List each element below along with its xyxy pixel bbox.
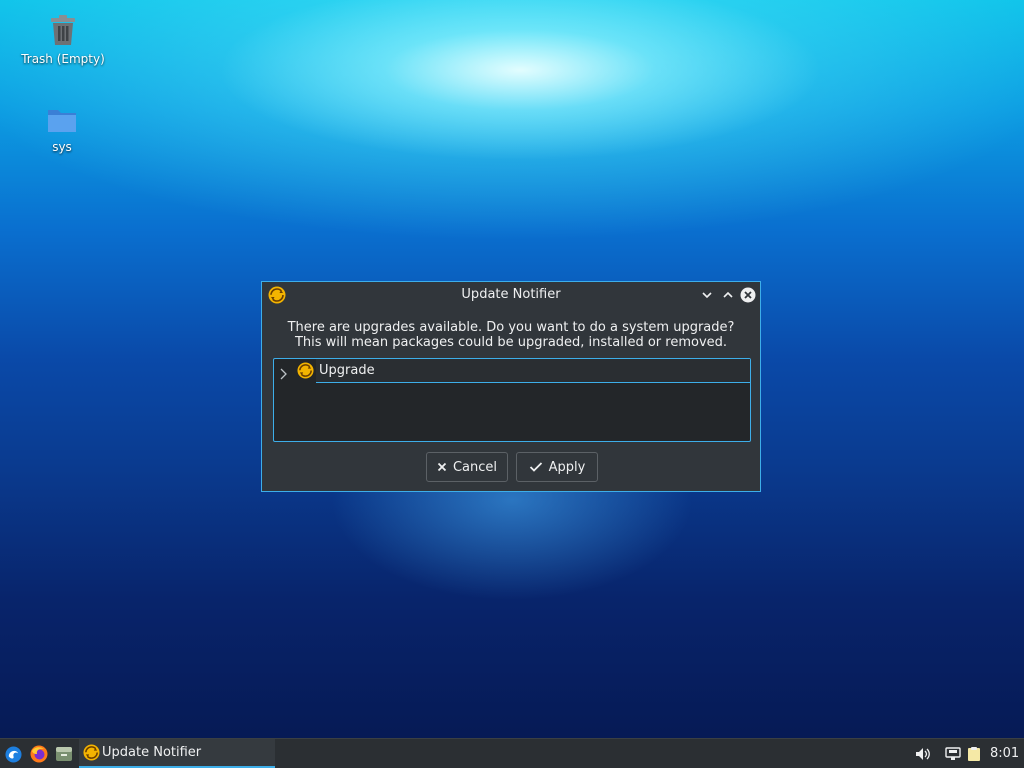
chevron-down-icon [702, 292, 712, 299]
task-label: Update Notifier [102, 745, 202, 760]
update-notifier-icon [297, 362, 314, 383]
message-line: There are upgrades available. Do you wan… [287, 320, 735, 335]
file-manager-icon[interactable] [54, 744, 74, 764]
desktop-icon-trash[interactable]: Trash (Empty) [8, 14, 118, 66]
tree-item-label: Upgrade [319, 363, 375, 378]
apply-button-label: Apply [548, 459, 586, 475]
desktop: Trash (Empty) sys Update Notifier There … [0, 0, 1024, 738]
close-icon [740, 287, 756, 303]
apply-button[interactable]: Apply [516, 452, 598, 482]
dialog-titlebar[interactable]: Update Notifier [262, 282, 760, 308]
minimize-button[interactable] [699, 287, 715, 303]
firefox-icon[interactable] [29, 744, 49, 764]
taskbar: Update Notifier 8:01 [0, 738, 1024, 768]
close-icon [437, 462, 447, 472]
update-notifier-dialog: Update Notifier There are upgrades avail… [261, 281, 761, 492]
cancel-button[interactable]: Cancel [426, 452, 508, 482]
desktop-icon-label: sys [52, 140, 72, 154]
close-button[interactable] [740, 287, 756, 303]
desktop-icon-sys[interactable]: sys [7, 106, 117, 154]
tree-row-upgrade[interactable]: Upgrade [274, 359, 750, 383]
volume-icon[interactable] [913, 744, 933, 764]
expand-chevron-icon[interactable] [280, 365, 288, 384]
clock[interactable]: 8:01 [990, 746, 1019, 761]
tree-row-selection [316, 359, 750, 383]
folder-icon [47, 106, 77, 137]
trash-icon [48, 14, 78, 49]
desktop-icon-label: Trash (Empty) [21, 52, 105, 66]
network-icon[interactable] [943, 744, 963, 764]
application-menu-icon[interactable] [3, 744, 23, 764]
cancel-button-label: Cancel [452, 459, 498, 475]
clipboard-icon[interactable] [964, 744, 984, 764]
message-line: This will mean packages could be upgrade… [294, 335, 728, 350]
taskbar-task-update-notifier[interactable]: Update Notifier [79, 739, 275, 768]
checkmark-icon [529, 462, 542, 472]
dialog-message: There are upgrades available. Do you wan… [262, 320, 760, 350]
chevron-up-icon [723, 291, 733, 298]
dialog-title: Update Notifier [461, 287, 561, 302]
maximize-button[interactable] [720, 287, 736, 303]
update-notifier-icon [83, 744, 100, 765]
upgrade-tree-view[interactable]: Upgrade [273, 358, 751, 442]
